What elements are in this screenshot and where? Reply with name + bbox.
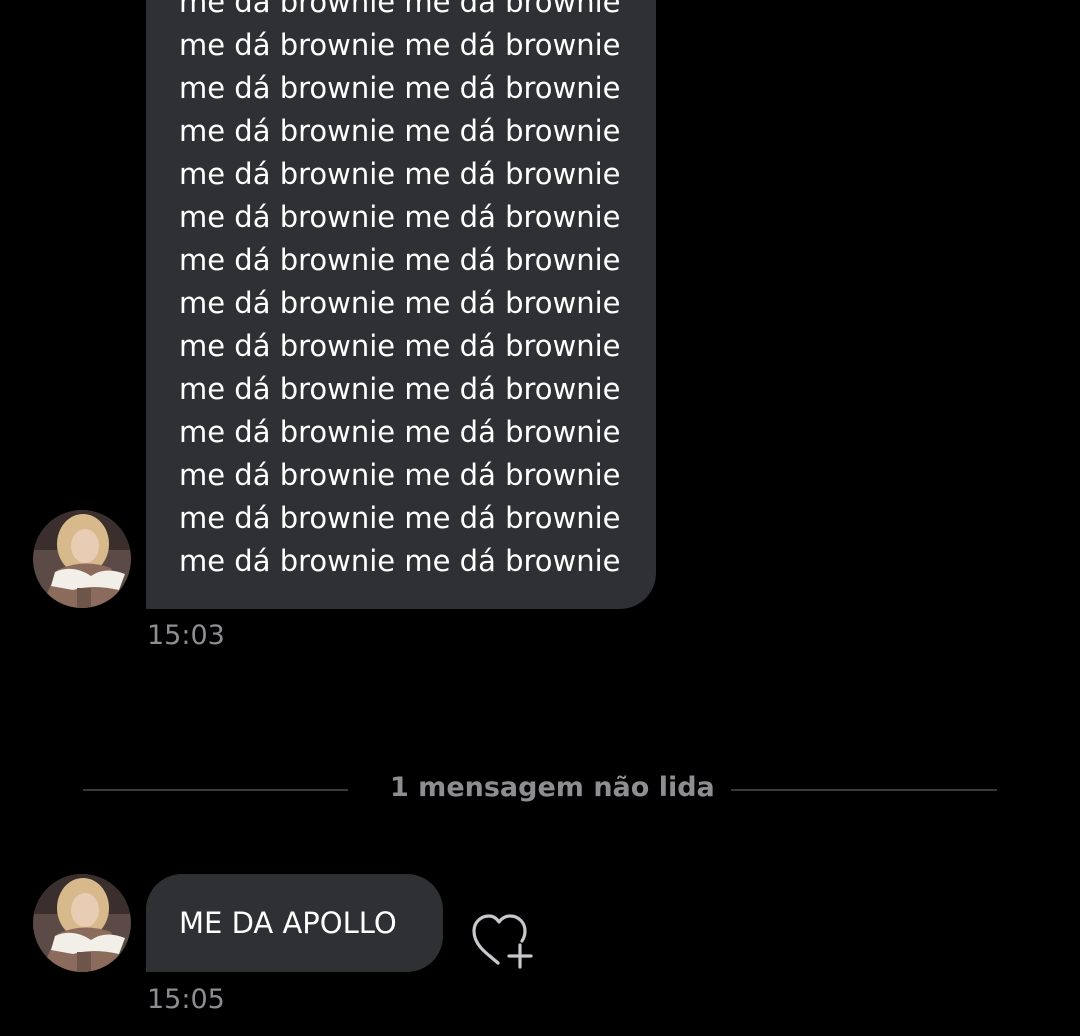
message-group-2: ME DA APOLLO 15:05 bbox=[0, 0, 1080, 1036]
like-button[interactable] bbox=[468, 911, 536, 971]
avatar-photo bbox=[33, 874, 131, 972]
message-bubble-2[interactable]: ME DA APOLLO bbox=[146, 874, 443, 972]
message-text: ME DA APOLLO bbox=[179, 905, 397, 940]
heart-plus-icon bbox=[472, 914, 533, 969]
avatar[interactable] bbox=[33, 874, 131, 972]
message-timestamp: 15:05 bbox=[147, 984, 225, 1015]
